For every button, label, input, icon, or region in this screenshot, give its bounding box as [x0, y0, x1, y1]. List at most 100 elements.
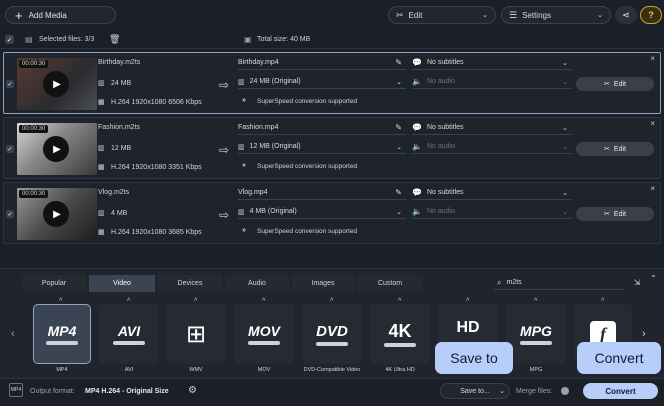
edit-button[interactable]: ✂ Edit — [576, 207, 654, 221]
subtitles-value: No subtitles — [426, 124, 464, 131]
source-size: 12 MB — [111, 145, 132, 152]
mpg-logo: MPG — [520, 323, 552, 339]
output-filename-field[interactable]: Fashion.mp4 ✎ — [238, 121, 406, 135]
scroll-left-icon[interactable]: ‹ — [11, 328, 15, 340]
format-mov[interactable]: MOV — [234, 304, 294, 364]
help-button[interactable]: ? — [640, 6, 662, 24]
file-icon: ▥ — [98, 145, 105, 152]
file-icon: ▥ — [98, 80, 105, 87]
format-mpg[interactable]: MPG — [506, 304, 566, 364]
output-format-label: Output format: — [30, 388, 75, 395]
superspeed-icon: » — [242, 97, 246, 104]
output-size-dropdown[interactable]: ▥ 12 MB (Original) ⌄ — [238, 140, 406, 154]
format-mp4[interactable]: MP4 — [33, 304, 91, 364]
convert-arrow-icon: ⇨ — [219, 208, 230, 222]
pencil-icon[interactable]: ✎ — [395, 123, 402, 132]
format-dvd[interactable]: DVD — [302, 304, 362, 364]
pencil-icon[interactable]: ✎ — [395, 188, 402, 197]
output-size-dropdown[interactable]: ▥ 24 MB (Original) ⌄ — [238, 75, 406, 89]
close-icon[interactable]: × — [650, 119, 655, 128]
tab-images[interactable]: Images — [292, 275, 354, 292]
save-to-label: Save to... — [460, 387, 490, 395]
dvd-logo: DVD — [316, 322, 348, 340]
row-checkbox[interactable]: ✓ — [6, 80, 14, 88]
file-row-birthday[interactable]: ✓ 00:00:30 ▶ Birthday.m2ts ▥ 24 MB ▦ H.2… — [3, 52, 661, 114]
select-all-checkbox[interactable]: ✓ — [5, 35, 14, 44]
source-filename: Vlog.m2ts — [98, 189, 130, 196]
file-icon: ▥ — [98, 210, 105, 217]
format-label: AVI — [124, 367, 134, 373]
chevron-down-icon: ⌄ — [597, 12, 603, 19]
collapse-chevron-icon[interactable]: ⌄ — [650, 270, 657, 279]
subtitles-dropdown[interactable]: 💬 No subtitles ⌄ — [412, 121, 572, 135]
status-bar — [0, 31, 664, 49]
row-checkbox[interactable]: ✓ — [6, 210, 14, 218]
subtitles-dropdown[interactable]: 💬 No subtitles ⌄ — [412, 186, 572, 200]
total-size-label: Total size: 40 MB — [257, 36, 311, 43]
chevron-down-icon: ⌄ — [396, 208, 402, 216]
tab-video[interactable]: Video — [89, 275, 155, 292]
merge-files-toggle[interactable] — [561, 387, 569, 395]
edit-menu-button[interactable]: ✂ Edit ⌄ — [388, 6, 496, 24]
edit-button[interactable]: ✂ Edit — [576, 77, 654, 91]
speaker-muted-icon: 🔈 — [412, 142, 422, 151]
scroll-right-icon[interactable]: › — [642, 328, 646, 340]
share-button[interactable]: ⋖ — [615, 6, 637, 24]
output-filename-field[interactable]: Birthday.mp4 ✎ — [238, 56, 406, 70]
video-thumbnail[interactable]: 00:00:30 ▶ — [17, 188, 97, 240]
tab-devices[interactable]: Devices — [158, 275, 222, 292]
audio-dropdown[interactable]: 🔈 No audio ⌄ — [412, 75, 572, 89]
trash-icon[interactable]: 🗑 — [109, 34, 120, 45]
close-icon[interactable]: × — [650, 54, 655, 63]
video-thumbnail[interactable]: 00:00:30 ▶ — [17, 58, 97, 110]
format-4k[interactable]: 4K — [370, 304, 430, 364]
convert-label: Convert — [605, 386, 636, 396]
output-format-value: MP4 H.264 - Original Size — [85, 388, 169, 395]
audio-dropdown[interactable]: 🔈 No audio ⌄ — [412, 205, 572, 219]
convert-arrow-icon: ⇨ — [219, 78, 230, 92]
output-size: 24 MB (Original) — [249, 78, 301, 85]
tab-audio[interactable]: Audio — [225, 275, 289, 292]
video-thumbnail[interactable]: 00:00:30 ▶ — [17, 123, 97, 175]
file-row-fashion[interactable]: ✓ 00:00:30 ▶ Fashion.m2ts ▥ 12 MB ▦ H.26… — [3, 117, 661, 179]
play-button[interactable]: ▶ — [43, 71, 69, 97]
format-wmv[interactable]: ⊞ — [166, 304, 226, 364]
tools-icon: ✂ — [604, 146, 610, 153]
format-settings-button[interactable]: ⇲ — [630, 275, 644, 289]
add-media-button[interactable]: + Add Media — [5, 6, 116, 24]
output-size-dropdown[interactable]: ▥ 4 MB (Original) ⌄ — [238, 205, 406, 219]
subtitles-icon: 💬 — [412, 58, 422, 67]
format-label: 4K Ultra HD — [385, 367, 415, 373]
settings-menu-button[interactable]: ☰ Settings ⌄ — [501, 6, 611, 24]
chevron-down-icon: ⌄ — [562, 189, 568, 197]
edit-button[interactable]: ✂ Edit — [576, 142, 654, 156]
source-size: 4 MB — [111, 210, 128, 217]
superspeed-icon: » — [242, 227, 246, 234]
subtitles-dropdown[interactable]: 💬 No subtitles ⌄ — [412, 56, 572, 70]
play-button[interactable]: ▶ — [43, 201, 69, 227]
output-format-icon: MP4 — [9, 383, 23, 397]
save-to-tooltip: Save to — [435, 342, 513, 374]
pencil-icon[interactable]: ✎ — [395, 58, 402, 67]
tab-custom[interactable]: Custom — [357, 275, 423, 292]
close-icon[interactable]: × — [650, 184, 655, 193]
play-button[interactable]: ▶ — [43, 136, 69, 162]
convert-button[interactable]: Convert — [583, 383, 658, 399]
edit-label: Edit — [613, 80, 626, 88]
row-checkbox[interactable]: ✓ — [6, 145, 14, 153]
play-icon: ▶ — [53, 78, 61, 90]
output-size: 4 MB (Original) — [249, 208, 297, 215]
tab-popular[interactable]: Popular — [22, 275, 86, 292]
duration-badge: 00:00:30 — [19, 125, 49, 133]
format-avi[interactable]: AVI — [99, 304, 159, 364]
video-tag-icon — [248, 341, 280, 345]
output-filename-field[interactable]: Vlog.mp4 ✎ — [238, 186, 406, 200]
avi-logo: AVI — [117, 323, 141, 339]
file-row-vlog[interactable]: ✓ 00:00:30 ▶ Vlog.m2ts ▥ 4 MB ▦ H.264 19… — [3, 182, 661, 244]
hd-logo: HD — [456, 319, 480, 336]
subtitles-value: No subtitles — [426, 59, 464, 66]
save-to-button[interactable]: Save to... ⌄ — [440, 383, 510, 399]
audio-dropdown[interactable]: 🔈 No audio ⌄ — [412, 140, 572, 154]
format-search-input[interactable]: ⌕ m2ts — [494, 276, 624, 290]
gear-icon[interactable]: ⚙ — [188, 385, 197, 396]
